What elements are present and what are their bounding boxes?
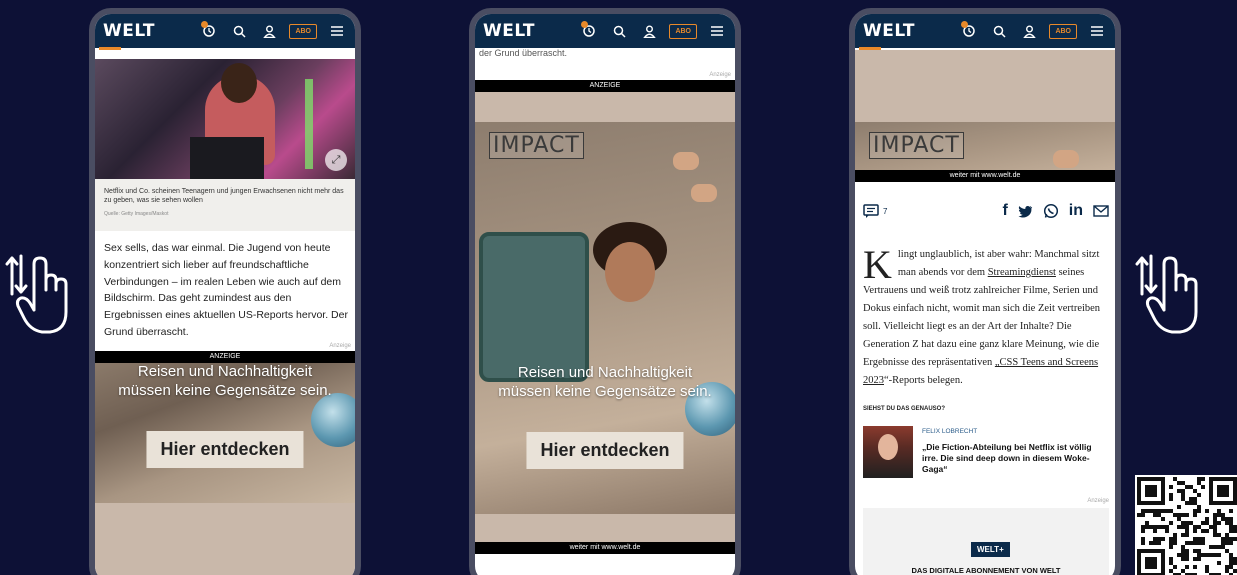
scroll-gesture-icon-right [1135,254,1198,334]
teaser-author: FELIX LOBRECHT [922,428,978,435]
facebook-icon[interactable]: f [1002,202,1007,220]
anzeige-label-small: Anzeige [329,343,351,349]
teaser-headline-link[interactable]: „Die Fiction-Abteilung bei Netflix ist v… [922,442,1102,475]
related-section-heading: SIEHST DU DAS GENAUSO? [863,406,946,412]
notification-icon[interactable] [199,21,219,41]
anzeige-label-small: Anzeige [1087,498,1109,504]
logo-accent-bar [99,47,121,50]
qr-code[interactable] [1135,475,1237,575]
article-lead-text: Sex sells, das war einmal. Die Jugend vo… [104,242,348,338]
phone-mockup-3: WELT ABO IMPACT weiter mit www.welt.de 7… [849,8,1121,575]
ad-banner[interactable]: Reisen und Nachhaltigkeit müssen keine G… [95,363,355,503]
user-icon[interactable] [1019,21,1039,41]
ad-label: ANZEIGE [475,80,735,92]
expand-icon[interactable]: ⤢ [325,149,347,171]
article-body: Klingt unglaublich, ist aber wahr: Manch… [863,242,1111,390]
continue-to-welt-link[interactable]: weiter mit www.welt.de [475,542,735,554]
comment-icon [863,204,879,218]
whatsapp-icon[interactable] [1043,203,1059,219]
abo-button[interactable]: ABO [289,23,317,39]
top-nav-bar: WELT ABO [95,14,355,48]
image-source: Quelle: Getty Images/Maskot [104,211,169,218]
ad-banner-collapsed[interactable]: IMPACT [855,122,1115,170]
scroll-gesture-icon-left [5,254,68,334]
article-hero-image: ⤢ [95,59,355,179]
article-text-part2: seines Vertrauens und weiß trotz zahlrei… [863,267,1101,369]
abo-button[interactable]: ABO [1049,23,1077,39]
ad-background-top [475,92,735,122]
search-icon[interactable] [989,21,1009,41]
continue-to-welt-link[interactable]: weiter mit www.welt.de [855,170,1115,182]
ad-background [95,503,355,575]
streamingdienst-link[interactable]: Streamingdienst [988,267,1056,278]
phone-mockup-1: WELT ABO ⤢ Netflix und Co. scheinen Teen… [89,8,361,575]
linkedin-icon[interactable]: in [1069,202,1083,220]
image-caption: Netflix und Co. scheinen Teenagern und j… [104,188,344,205]
ad-cta-button[interactable]: Hier entdecken [526,432,684,469]
impact-logo: IMPACT [869,132,964,159]
ad-headline-line2: müssen keine Gegensätze sein. [498,382,712,400]
notification-icon[interactable] [579,21,599,41]
email-icon[interactable] [1093,205,1109,217]
menu-icon[interactable] [707,21,727,41]
welt-logo[interactable]: WELT [863,21,915,41]
image-caption-box: Netflix und Co. scheinen Teenagern und j… [95,179,355,231]
ad-background-top [855,50,1115,122]
menu-icon[interactable] [327,21,347,41]
ad-headline-line2: müssen keine Gegensätze sein. [118,381,332,399]
welt-logo[interactable]: WELT [483,21,535,41]
anzeige-label-small: Anzeige [709,72,731,78]
ad-cta-button[interactable]: Hier entdecken [146,431,304,468]
ad-headline-line1: Reisen und Nachhaltigkeit [517,364,693,381]
suitcase-image [479,232,589,382]
share-bar: 7 f in [863,202,1109,220]
top-nav-bar: WELT ABO [475,14,735,48]
notification-icon[interactable] [959,21,979,41]
search-icon[interactable] [609,21,629,41]
welt-plus-promo-text: DAS DIGITALE ABONNEMENT VON WELT [911,566,1061,575]
ad-headline-line1: Reisen und Nachhaltigkeit [137,363,313,380]
welt-plus-promo[interactable]: WELT+ DAS DIGITALE ABONNEMENT VON WELT [863,508,1109,575]
twitter-icon[interactable] [1018,205,1033,218]
impact-logo: IMPACT [489,132,584,159]
teaser-image[interactable] [863,426,913,478]
search-icon[interactable] [229,21,249,41]
ad-label: ANZEIGE [95,351,355,363]
ad-banner-fullscreen[interactable]: IMPACT Reisen und Nachhaltigkeit müssen … [475,122,735,542]
top-nav-bar: WELT ABO [855,14,1115,48]
comment-count: 7 [883,206,888,216]
user-icon[interactable] [259,21,279,41]
welt-plus-badge: WELT+ [971,542,1010,557]
ad-background-bottom [475,514,735,544]
globe-image [311,393,355,447]
article-text-part3: “-Reports belegen. [884,375,963,387]
drop-cap: K [863,242,892,287]
abo-button[interactable]: ABO [669,23,697,39]
welt-logo[interactable]: WELT [103,21,155,41]
article-text-fragment: der Grund überrascht. [479,48,568,58]
phone-mockup-2: der Grund überrascht. WELT ABO Anzeige A… [469,8,741,575]
user-icon[interactable] [639,21,659,41]
menu-icon[interactable] [1087,21,1107,41]
comments-button[interactable]: 7 [863,204,887,218]
